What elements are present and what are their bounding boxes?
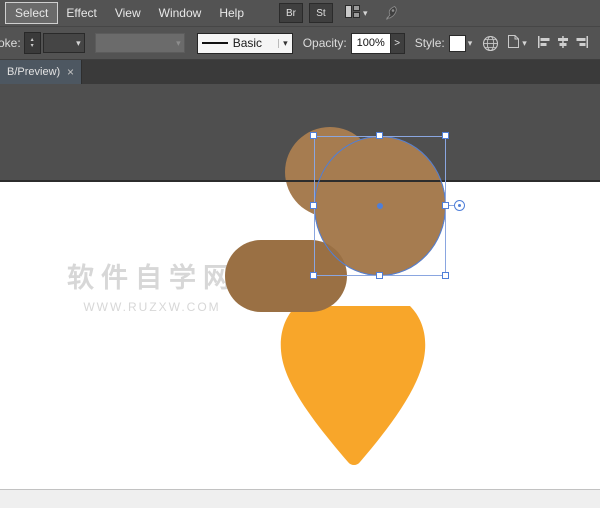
style-swatch bbox=[448, 34, 466, 52]
selection-handle-bottom-center[interactable] bbox=[376, 272, 383, 279]
workspace-layout-icon bbox=[345, 5, 360, 21]
document-setup-dropdown[interactable]: ▾ bbox=[507, 34, 527, 52]
transform-widget[interactable] bbox=[454, 200, 465, 211]
variable-width-dropdown: ▾ bbox=[94, 33, 185, 53]
share-icon[interactable] bbox=[384, 5, 400, 21]
menu-item-help[interactable]: Help bbox=[210, 3, 253, 23]
opacity-options-button[interactable]: > bbox=[390, 32, 405, 54]
brush-definition-dropdown[interactable]: Basic ▾ bbox=[196, 32, 293, 54]
watermark-url: www.ruzxw.com bbox=[83, 300, 221, 314]
align-buttons bbox=[537, 35, 589, 52]
watermark: 软件自学网 www.ruzxw.com bbox=[62, 256, 242, 314]
document-tab[interactable]: B/Preview) × bbox=[0, 60, 82, 84]
style-label: Style: bbox=[414, 36, 445, 50]
graphic-style-dropdown[interactable]: ▾ bbox=[448, 34, 473, 52]
menu-item-view[interactable]: View bbox=[106, 3, 150, 23]
menu-item-effect[interactable]: Effect bbox=[57, 3, 105, 23]
align-left-icon[interactable] bbox=[537, 35, 551, 52]
chevron-down-icon: ▾ bbox=[176, 37, 181, 48]
menu-bar: Select Effect View Window Help Br St ▾ bbox=[0, 0, 600, 27]
selection-handle-top-right[interactable] bbox=[442, 132, 449, 139]
align-center-icon[interactable] bbox=[556, 35, 570, 52]
document-web-icon[interactable] bbox=[482, 35, 499, 52]
stroke-weight-dropdown[interactable]: ▾ bbox=[42, 33, 85, 53]
artboard-edge bbox=[0, 180, 600, 182]
selection-handle-top-center[interactable] bbox=[376, 132, 383, 139]
canvas-area[interactable]: 软件自学网 www.ruzxw.com bbox=[0, 84, 600, 508]
chevron-down-icon: ▾ bbox=[467, 37, 473, 48]
basic-brush-stroke-icon bbox=[201, 42, 228, 44]
opacity-input[interactable]: 100% bbox=[350, 32, 391, 54]
horizontal-scrollbar[interactable] bbox=[0, 489, 600, 508]
menu-item-select[interactable]: Select bbox=[4, 2, 59, 24]
chevron-down-icon: ▾ bbox=[363, 7, 368, 18]
selection-center-point[interactable] bbox=[377, 203, 383, 209]
opacity-value: 100% bbox=[356, 37, 385, 49]
brush-panel-button[interactable]: Br bbox=[279, 3, 303, 23]
selection-handle-top-left[interactable] bbox=[310, 132, 317, 139]
selection-handle-bottom-right[interactable] bbox=[442, 272, 449, 279]
opacity-label: Opacity: bbox=[302, 36, 347, 50]
selection-handle-mid-left[interactable] bbox=[310, 202, 317, 209]
stepper-down-icon[interactable]: ▾ bbox=[31, 43, 34, 49]
stroke-label: oke: bbox=[0, 36, 21, 50]
acorn-body-shape[interactable] bbox=[276, 304, 430, 472]
align-right-icon[interactable] bbox=[575, 35, 589, 52]
close-icon[interactable]: × bbox=[67, 65, 74, 79]
document-tab-title: B/Preview) bbox=[7, 66, 61, 78]
chevron-down-icon: ▾ bbox=[76, 37, 81, 48]
style-panel-button[interactable]: St bbox=[309, 3, 333, 23]
watermark-title: 软件自学网 bbox=[67, 263, 237, 294]
document-icon bbox=[507, 34, 520, 52]
chevron-down-icon: ▾ bbox=[278, 38, 288, 48]
workspace-switcher[interactable]: ▾ bbox=[345, 5, 368, 21]
chevron-down-icon: ▾ bbox=[522, 37, 527, 48]
tab-bar: B/Preview) × bbox=[0, 60, 600, 85]
menu-item-window[interactable]: Window bbox=[150, 3, 211, 23]
selection-handle-bottom-left[interactable] bbox=[310, 272, 317, 279]
brush-definition-value: Basic bbox=[232, 36, 263, 50]
selection-handle-mid-right[interactable] bbox=[442, 202, 449, 209]
stroke-weight-stepper[interactable]: ▴ ▾ bbox=[23, 32, 41, 54]
illustrator-window: Select Effect View Window Help Br St ▾ o… bbox=[0, 0, 600, 508]
options-bar: oke: ▴ ▾ ▾ ▾ Basic ▾ Opacity: 100% > Sty… bbox=[0, 27, 600, 60]
